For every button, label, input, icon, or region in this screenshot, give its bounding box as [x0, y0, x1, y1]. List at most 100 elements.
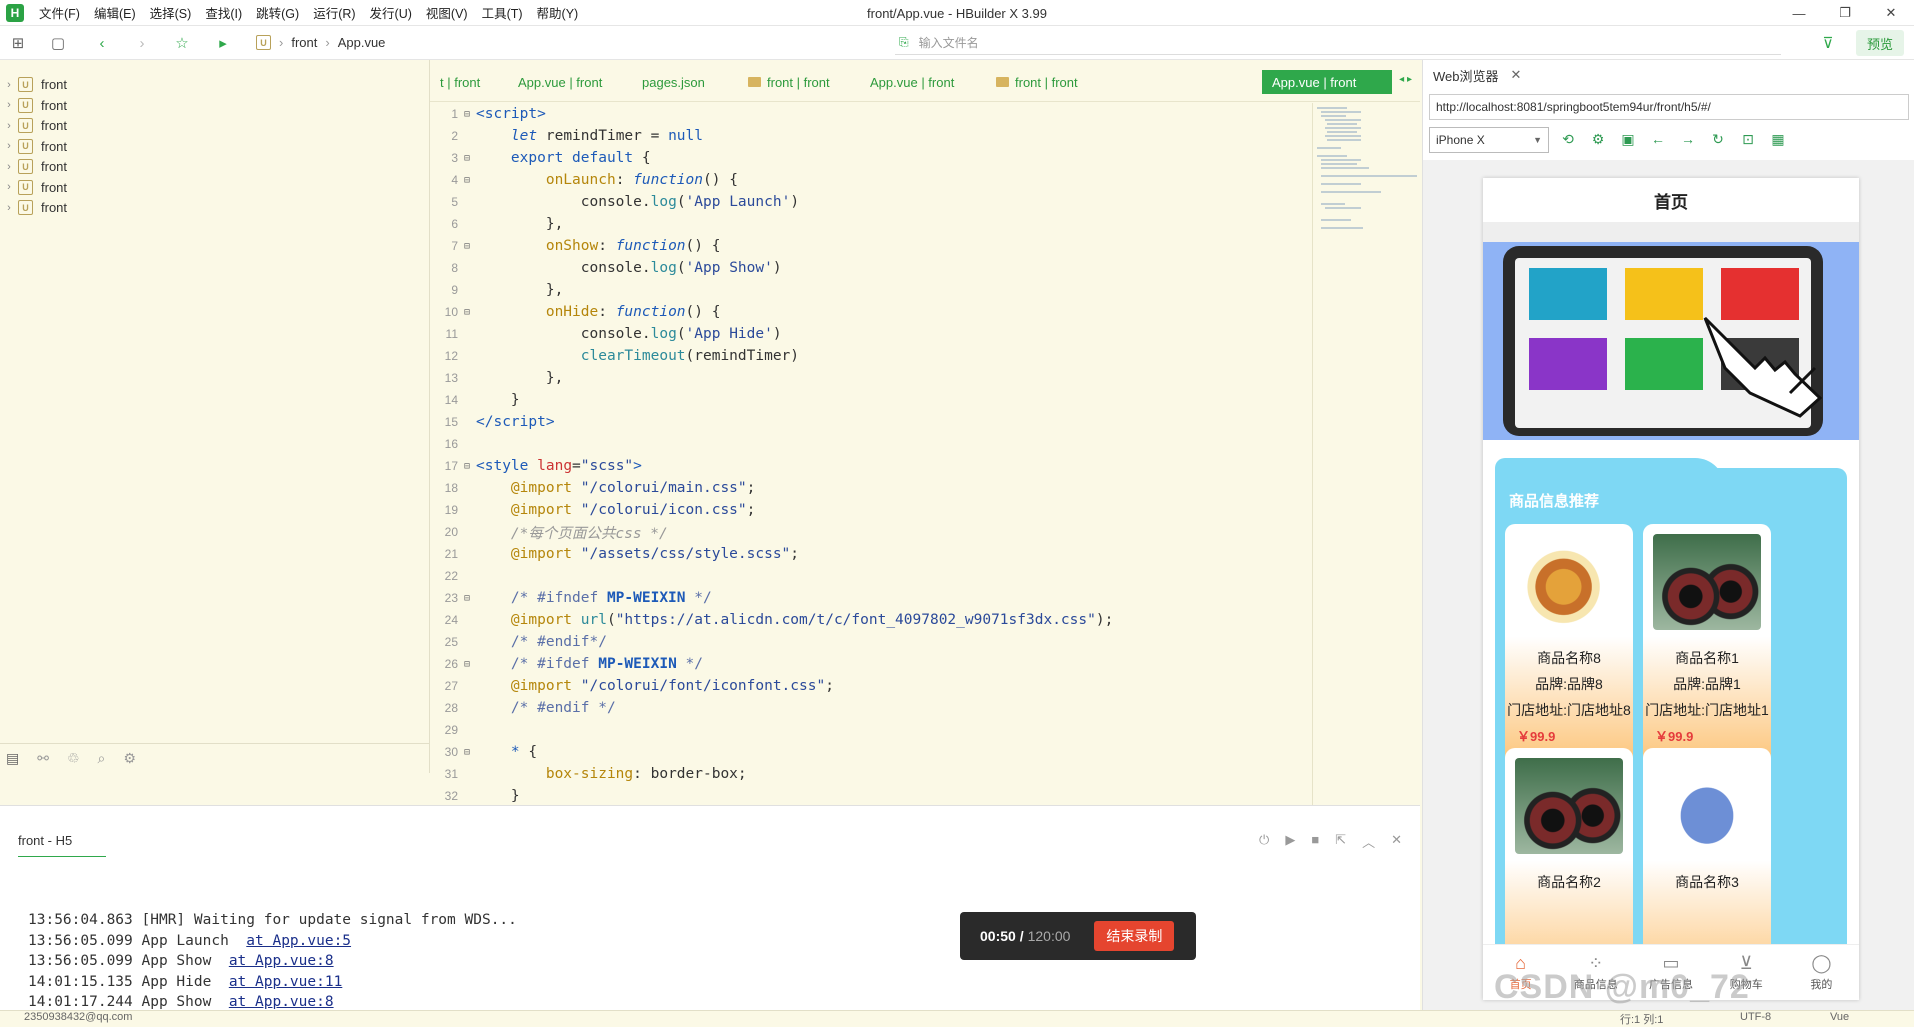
- tree-item-label: front: [41, 179, 68, 195]
- editor-tab[interactable]: t | front: [430, 70, 490, 94]
- collapse-icon[interactable]: ︿: [1362, 832, 1375, 851]
- editor-tab[interactable]: front | front: [986, 70, 1088, 94]
- tab-scroll-arrows-icon[interactable]: ◂ ▸: [1399, 74, 1412, 85]
- file-search-icon: ⎘: [899, 35, 909, 49]
- search-file-icon[interactable]: ⌕: [98, 750, 106, 767]
- code-minimap[interactable]: [1312, 103, 1420, 805]
- menu-item[interactable]: 选择(S): [143, 3, 199, 22]
- fold-icon[interactable]: ⊟: [458, 241, 476, 252]
- save-icon[interactable]: ▢: [48, 33, 68, 53]
- clear-icon[interactable]: ✕: [1391, 832, 1402, 851]
- restart-icon[interactable]: ▶: [1285, 832, 1295, 851]
- editor-tab[interactable]: App.vue | front: [508, 70, 612, 94]
- chevron-right-icon[interactable]: ›: [0, 140, 18, 152]
- minimize-button[interactable]: —: [1776, 0, 1822, 26]
- nav-user[interactable]: ◯ 我的: [1784, 945, 1859, 1000]
- run-icon[interactable]: ▸: [213, 33, 233, 53]
- fold-icon[interactable]: ⊟: [458, 659, 476, 670]
- folder-icon: [996, 77, 1009, 87]
- menu-item[interactable]: 跳转(G): [249, 3, 306, 22]
- chevron-right-icon[interactable]: ›: [0, 79, 18, 91]
- rotate-icon[interactable]: ⟲: [1559, 130, 1577, 148]
- fold-icon[interactable]: ⊟: [458, 153, 476, 164]
- forward-arrow-icon[interactable]: →: [1679, 130, 1697, 148]
- settings-icon[interactable]: ⚙: [1589, 130, 1607, 148]
- product-card[interactable]: 商品名称8品牌:品牌8门店地址:门店地址8￥99.9团长账号8 ☆ 8: [1505, 524, 1633, 774]
- forward-icon[interactable]: ›: [132, 33, 152, 53]
- bookmark-star-icon[interactable]: ☆: [172, 33, 192, 53]
- restore-button[interactable]: ❐: [1822, 0, 1868, 26]
- breadcrumb-project[interactable]: front: [291, 35, 317, 50]
- stop-icon[interactable]: ⏻: [1259, 832, 1269, 851]
- product-name: 商品名称3: [1675, 874, 1739, 890]
- crumb-separator: ›: [279, 35, 284, 50]
- editor-tab[interactable]: App.vue | front: [1262, 70, 1392, 94]
- editor-tab[interactable]: pages.json: [632, 70, 715, 94]
- console-tab[interactable]: front - H5: [18, 833, 106, 857]
- chevron-right-icon[interactable]: ›: [0, 99, 18, 111]
- line-number: 14: [444, 393, 458, 407]
- qrcode-icon[interactable]: ▦: [1769, 130, 1787, 148]
- fold-icon[interactable]: ⊟: [458, 593, 476, 604]
- menu-item[interactable]: 编辑(E): [87, 3, 143, 22]
- banner-carousel[interactable]: [1483, 242, 1859, 440]
- menu-item[interactable]: 发行(U): [363, 3, 419, 22]
- menu-item[interactable]: 查找(I): [198, 3, 249, 22]
- new-file-icon[interactable]: ⊞: [8, 33, 28, 53]
- menu-item[interactable]: 文件(F): [32, 3, 87, 22]
- fold-icon[interactable]: ⊟: [458, 109, 476, 120]
- close-tab-icon[interactable]: ✕: [1511, 67, 1522, 83]
- explorer-icon[interactable]: ▤: [6, 750, 19, 767]
- pointing-hand-icon: [1703, 316, 1823, 418]
- editor-tab[interactable]: front | front: [738, 70, 840, 94]
- product-image: [1515, 534, 1623, 630]
- fold-icon[interactable]: ⊟: [458, 747, 476, 758]
- line-number: 16: [444, 437, 458, 451]
- editor-tab[interactable]: App.vue | front: [860, 70, 964, 94]
- settings-icon[interactable]: ⚙: [123, 750, 136, 767]
- devtools-icon[interactable]: ▣: [1619, 130, 1637, 148]
- preview-button[interactable]: 预览: [1856, 30, 1904, 56]
- lock-icon[interactable]: ⊡: [1739, 130, 1757, 148]
- encoding-label[interactable]: UTF-8: [1740, 1011, 1771, 1023]
- breadcrumb-file[interactable]: App.vue: [338, 35, 386, 50]
- menu-item[interactable]: 帮助(Y): [530, 3, 586, 22]
- browser-tab[interactable]: Web浏览器 ✕: [1433, 64, 1521, 86]
- back-arrow-icon[interactable]: ←: [1649, 130, 1667, 148]
- log-source-link[interactable]: at App.vue:8: [229, 953, 334, 969]
- device-select[interactable]: iPhone X ▼: [1429, 127, 1549, 153]
- line-number: 21: [444, 547, 458, 561]
- menu-item[interactable]: 运行(R): [306, 3, 362, 22]
- refresh-icon[interactable]: ↻: [1709, 130, 1727, 148]
- menu-item[interactable]: 视图(V): [419, 3, 475, 22]
- plugin-icon[interactable]: ⚯: [37, 750, 49, 767]
- url-input[interactable]: http://localhost:8081/springboot5tem94ur…: [1429, 94, 1909, 120]
- fold-icon[interactable]: ⊟: [458, 461, 476, 472]
- code-editor[interactable]: 1 ⊟ <script> 2 let remindTimer = null 3 ⊟ e…: [430, 103, 1312, 805]
- fold-icon[interactable]: ⊟: [458, 307, 476, 318]
- export-icon[interactable]: ⇱: [1335, 832, 1346, 851]
- account-label[interactable]: 2350938432@qq.com: [24, 1011, 132, 1023]
- language-label[interactable]: Vue: [1830, 1011, 1849, 1023]
- stop-recording-button[interactable]: 结束录制: [1094, 921, 1175, 951]
- status-bar: 2350938432@qq.com 行:1 列:1 UTF-8 Vue: [0, 1010, 1914, 1027]
- log-source-link[interactable]: at App.vue:8: [229, 994, 334, 1010]
- chevron-right-icon[interactable]: ›: [0, 181, 18, 193]
- close-button[interactable]: ✕: [1868, 0, 1914, 26]
- stop-square-icon[interactable]: ■: [1311, 832, 1319, 851]
- chevron-right-icon[interactable]: ›: [0, 120, 18, 132]
- trash-icon[interactable]: ♲: [67, 750, 80, 767]
- fold-icon[interactable]: ⊟: [458, 175, 476, 186]
- product-card[interactable]: 商品名称1品牌:品牌1门店地址:门店地址1￥99.9团长账号1 ☆ 1: [1643, 524, 1771, 774]
- record-separator: /: [1015, 928, 1024, 944]
- cursor-position[interactable]: 行:1 列:1: [1620, 1011, 1663, 1027]
- log-source-link[interactable]: at App.vue:11: [229, 974, 343, 990]
- back-icon[interactable]: ‹: [92, 33, 112, 53]
- chevron-right-icon[interactable]: ›: [0, 202, 18, 214]
- chevron-right-icon[interactable]: ›: [0, 161, 18, 173]
- file-search-input[interactable]: ⎘ 输入文件名: [895, 31, 1781, 55]
- tree-item[interactable]: › Ufront: [0, 195, 430, 220]
- log-source-link[interactable]: at App.vue:5: [246, 933, 351, 949]
- menu-item[interactable]: 工具(T): [475, 3, 530, 22]
- filter-icon[interactable]: ⊽: [1818, 33, 1838, 53]
